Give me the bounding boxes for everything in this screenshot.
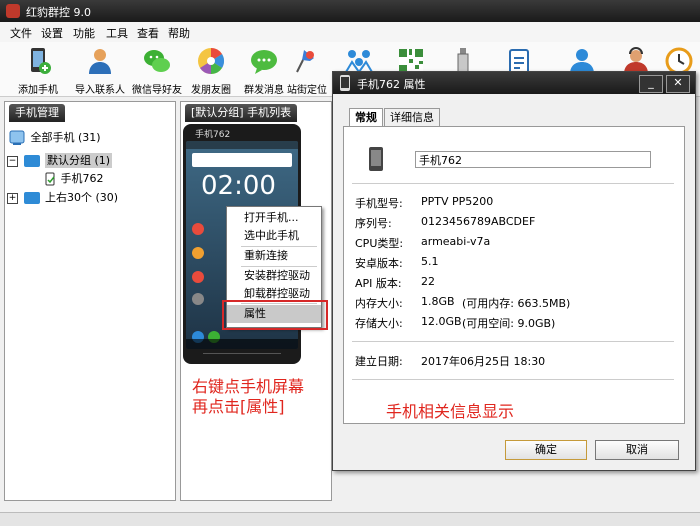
menu-tools[interactable]: 工具: [106, 25, 128, 41]
menu-function[interactable]: 功能: [73, 25, 95, 41]
value-cpu: armeabi-v7a: [421, 235, 491, 248]
menu-settings[interactable]: 设置: [41, 25, 63, 41]
ctx-open-phone[interactable]: 打开手机...: [227, 209, 321, 227]
label-model: 手机型号:: [355, 197, 403, 210]
add-phone-icon: [31, 48, 51, 74]
label-android: 安卓版本:: [355, 257, 403, 270]
label-created-date: 建立日期:: [355, 355, 403, 368]
folder-icon: [23, 155, 40, 167]
phone-check-icon: [45, 172, 55, 186]
expand-icon[interactable]: +: [7, 192, 18, 204]
panel-tab-phone-management[interactable]: 手机管理: [9, 104, 65, 122]
app-title: 红豹群控 9.0: [26, 6, 91, 19]
close-button[interactable]: ✕: [666, 75, 690, 93]
menu-file[interactable]: 文件: [10, 25, 32, 41]
tab-general[interactable]: 常规: [349, 108, 383, 127]
import-contacts-label: 导入联系人: [75, 85, 125, 96]
annotation-phone-info: 手机相关信息显示: [386, 402, 515, 421]
phone-preview-name: 手机762: [195, 130, 231, 140]
tree-item-phone[interactable]: 手机762: [43, 170, 104, 186]
tree-item-phone-label: 手机762: [60, 172, 104, 185]
wechat-friends-label: 微信导好友: [132, 85, 182, 96]
wechat-friends-button[interactable]: 微信导好友: [126, 44, 188, 96]
annotation-click-properties: 再点击[属性]: [192, 397, 285, 416]
tree-group-upper[interactable]: + 上右30个 (30): [7, 189, 118, 205]
label-serial: 序列号:: [355, 217, 392, 230]
value-created-date: 2017年06月25日 18:30: [421, 355, 546, 368]
value-memory: 1.8GB: [421, 295, 455, 308]
status-bar: [0, 512, 700, 526]
mass-message-icon: [251, 50, 277, 74]
properties-highlight-box: [222, 300, 328, 330]
label-memory: 内存大小:: [355, 297, 403, 310]
ctx-install-driver[interactable]: 安装群控驱动: [227, 267, 321, 285]
minimize-button[interactable]: _: [639, 75, 663, 93]
menu-help[interactable]: 帮助: [168, 25, 190, 41]
collapse-icon[interactable]: −: [7, 155, 18, 167]
phone-management-panel: 手机管理 全部手机 (31) − 默认分组 (1) 手机762 + 上右30个 …: [4, 101, 176, 501]
menu-bar: 文件 设置 功能 工具 查看 帮助: [0, 22, 700, 43]
ctx-reconnect[interactable]: 重新连接: [227, 247, 321, 265]
tree-group-default-label: 默认分组 (1): [45, 153, 113, 168]
value-serial: 0123456789ABCDEF: [421, 215, 536, 228]
import-contacts-button[interactable]: 导入联系人: [69, 44, 131, 96]
tree-group-upper-label: 上右30个 (30): [45, 191, 119, 204]
import-contacts-icon: [89, 49, 111, 74]
panel-tab-phone-list[interactable]: [默认分组] 手机列表: [185, 104, 298, 122]
cancel-button[interactable]: 取消: [595, 440, 679, 460]
label-storage: 存储大小:: [355, 317, 403, 330]
value-storage: 12.0GB: [421, 315, 462, 328]
value-storage-available: (可用空间: 9.0GB): [462, 317, 556, 330]
app-logo-icon: [6, 4, 20, 18]
dialog-title: 手机762 属性: [357, 78, 426, 91]
tree-group-default[interactable]: − 默认分组 (1): [7, 152, 113, 168]
add-phone-button[interactable]: 添加手机: [7, 44, 69, 96]
all-phones-icon: [9, 130, 25, 145]
value-api: 22: [421, 275, 435, 288]
wechat-friends-icon: [144, 50, 170, 72]
tree-root-label: 全部手机 (31): [30, 131, 101, 144]
phone-device-icon: [369, 147, 383, 171]
tab-details[interactable]: 详细信息: [384, 108, 440, 127]
menu-view[interactable]: 查看: [137, 25, 159, 41]
phone-name-input[interactable]: [415, 151, 651, 168]
location-pin-icon: [296, 50, 314, 73]
moments-icon: [198, 47, 225, 75]
value-memory-available: (可用内存: 663.5MB): [462, 297, 571, 310]
label-cpu: CPU类型:: [355, 237, 404, 250]
tree-root-all-phones[interactable]: 全部手机 (31): [9, 129, 101, 147]
add-phone-label: 添加手机: [18, 85, 58, 96]
ok-button[interactable]: 确定: [505, 440, 587, 460]
value-android: 5.1: [421, 255, 439, 268]
folder-icon: [23, 192, 40, 204]
app-title-bar: 红豹群控 9.0: [0, 0, 700, 22]
phone-icon: [340, 75, 350, 91]
ctx-select-phone[interactable]: 选中此手机: [227, 227, 321, 245]
dialog-title-bar: 手机762 属性 _ ✕: [333, 72, 695, 94]
phone-clock: 02:00: [201, 171, 276, 201]
general-tab-content: 手机型号: PPTV PP5200 序列号: 0123456789ABCDEF …: [343, 126, 685, 424]
value-model: PPTV PP5200: [421, 195, 494, 208]
properties-dialog: 手机762 属性 _ ✕ 常规 详细信息 手机型号: PPTV PP5200 序…: [332, 71, 696, 471]
label-api: API 版本:: [355, 277, 402, 290]
